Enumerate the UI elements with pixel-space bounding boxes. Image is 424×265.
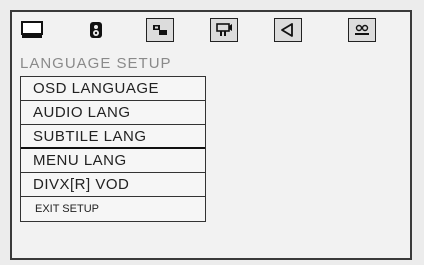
misc-icon [351, 22, 373, 38]
sound-icon [278, 22, 298, 38]
setup-tab-bar [18, 18, 410, 48]
menu-item-exit-setup[interactable]: EXIT SETUP [21, 197, 205, 221]
speaker-icon [85, 19, 107, 41]
menu-item-subtitle-lang[interactable]: SUBTILE LANG [21, 125, 205, 149]
menu-item-osd-language[interactable]: OSD LANGUAGE [21, 77, 205, 101]
tab-speaker-setup[interactable] [274, 18, 302, 42]
video-icon [214, 21, 234, 39]
menu-item-menu-lang[interactable]: MENU LANG [21, 149, 205, 173]
tab-general-setup[interactable] [18, 18, 46, 42]
language-menu: OSD LANGUAGE AUDIO LANG SUBTILE LANG MEN… [20, 76, 206, 222]
tab-language-setup[interactable] [82, 18, 110, 42]
setup-screen: LANGUAGE SETUP OSD LANGUAGE AUDIO LANG S… [0, 0, 424, 265]
tab-preference-setup[interactable] [348, 18, 376, 42]
menu-item-audio-lang[interactable]: AUDIO LANG [21, 101, 205, 125]
tab-audio-setup[interactable] [146, 18, 174, 42]
tab-video-setup[interactable] [210, 18, 238, 42]
menu-item-divx-vod[interactable]: DIVX[R] VOD [21, 173, 205, 197]
page-title: LANGUAGE SETUP [20, 55, 172, 72]
monitor-icon [20, 20, 44, 40]
dolby-icon [150, 22, 170, 38]
